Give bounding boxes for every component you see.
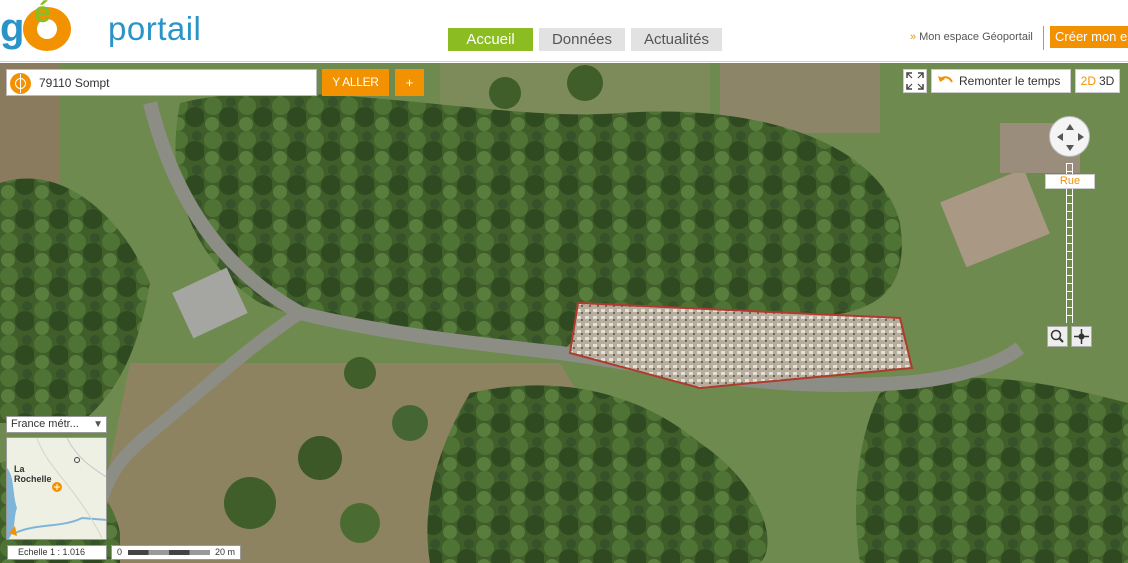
scale-ratio: Echelle 1 : 1.016 xyxy=(7,545,107,560)
search-box xyxy=(6,69,317,96)
remonter-label: Remonter le temps xyxy=(959,74,1061,88)
zoom-search-button[interactable] xyxy=(1047,326,1068,347)
compass-arrows-icon xyxy=(1057,124,1084,151)
pan-compass[interactable] xyxy=(1049,116,1090,157)
header-divider xyxy=(1043,26,1044,50)
map-view[interactable]: Y ALLER + Remonter le temps 2D3D Rue xyxy=(0,63,1128,563)
tab-actualites[interactable]: Actualités xyxy=(631,28,722,51)
territory-select[interactable]: France métr... ▼ xyxy=(6,416,107,433)
geoportail-logo[interactable]: g é portail xyxy=(0,0,220,54)
header: g é portail Accueil Données Actualités »… xyxy=(0,0,1128,62)
logo-e-text: é xyxy=(34,0,51,29)
go-button[interactable]: Y ALLER xyxy=(322,69,389,96)
search-input[interactable] xyxy=(39,73,309,93)
tab-donnees[interactable]: Données xyxy=(539,28,625,51)
overview-map[interactable]: La Rochelle xyxy=(6,437,107,540)
crosshair-icon xyxy=(1074,329,1089,344)
scale-bar-zero: 0 xyxy=(117,547,123,557)
view-mode-toggle: 2D 3D xyxy=(1075,69,1120,93)
aerial-imagery[interactable] xyxy=(0,63,1128,563)
scale-bar: 0 20 m xyxy=(111,545,241,560)
territory-value: France métr... xyxy=(11,418,79,430)
espace-link[interactable]: » Mon espace Géoportail xyxy=(910,31,1033,43)
logo-portail-text: portail xyxy=(108,10,202,47)
overview-city-label: La Rochelle xyxy=(14,464,52,484)
zoom-level-label[interactable]: Rue xyxy=(1045,174,1095,189)
tab-accueil[interactable]: Accueil xyxy=(448,28,533,51)
scale-bar-distance: 20 m xyxy=(215,547,236,557)
scale-bar-graphic xyxy=(128,550,210,555)
chevron-right-icon: » xyxy=(910,31,917,43)
zoom-locate-button[interactable] xyxy=(1071,326,1092,347)
mode-3d-button[interactable]: 3D xyxy=(1099,74,1114,88)
undo-arrow-icon xyxy=(938,76,953,83)
create-account-button[interactable]: Créer mon es xyxy=(1050,26,1128,48)
expand-icon xyxy=(906,72,924,90)
overview-map-image xyxy=(7,438,106,539)
more-options-button[interactable]: + xyxy=(395,69,424,96)
remonter-le-temps-button[interactable]: Remonter le temps xyxy=(931,69,1071,93)
espace-link-label: Mon espace Géoportail xyxy=(919,31,1033,43)
mode-2d-button[interactable]: 2D xyxy=(1081,74,1096,88)
magnifier-icon xyxy=(1050,329,1064,343)
main-nav: Accueil Données Actualités xyxy=(448,28,722,51)
fullscreen-button[interactable] xyxy=(903,69,927,93)
locate-target-icon[interactable] xyxy=(10,73,31,94)
chevron-down-icon: ▼ xyxy=(93,419,103,430)
